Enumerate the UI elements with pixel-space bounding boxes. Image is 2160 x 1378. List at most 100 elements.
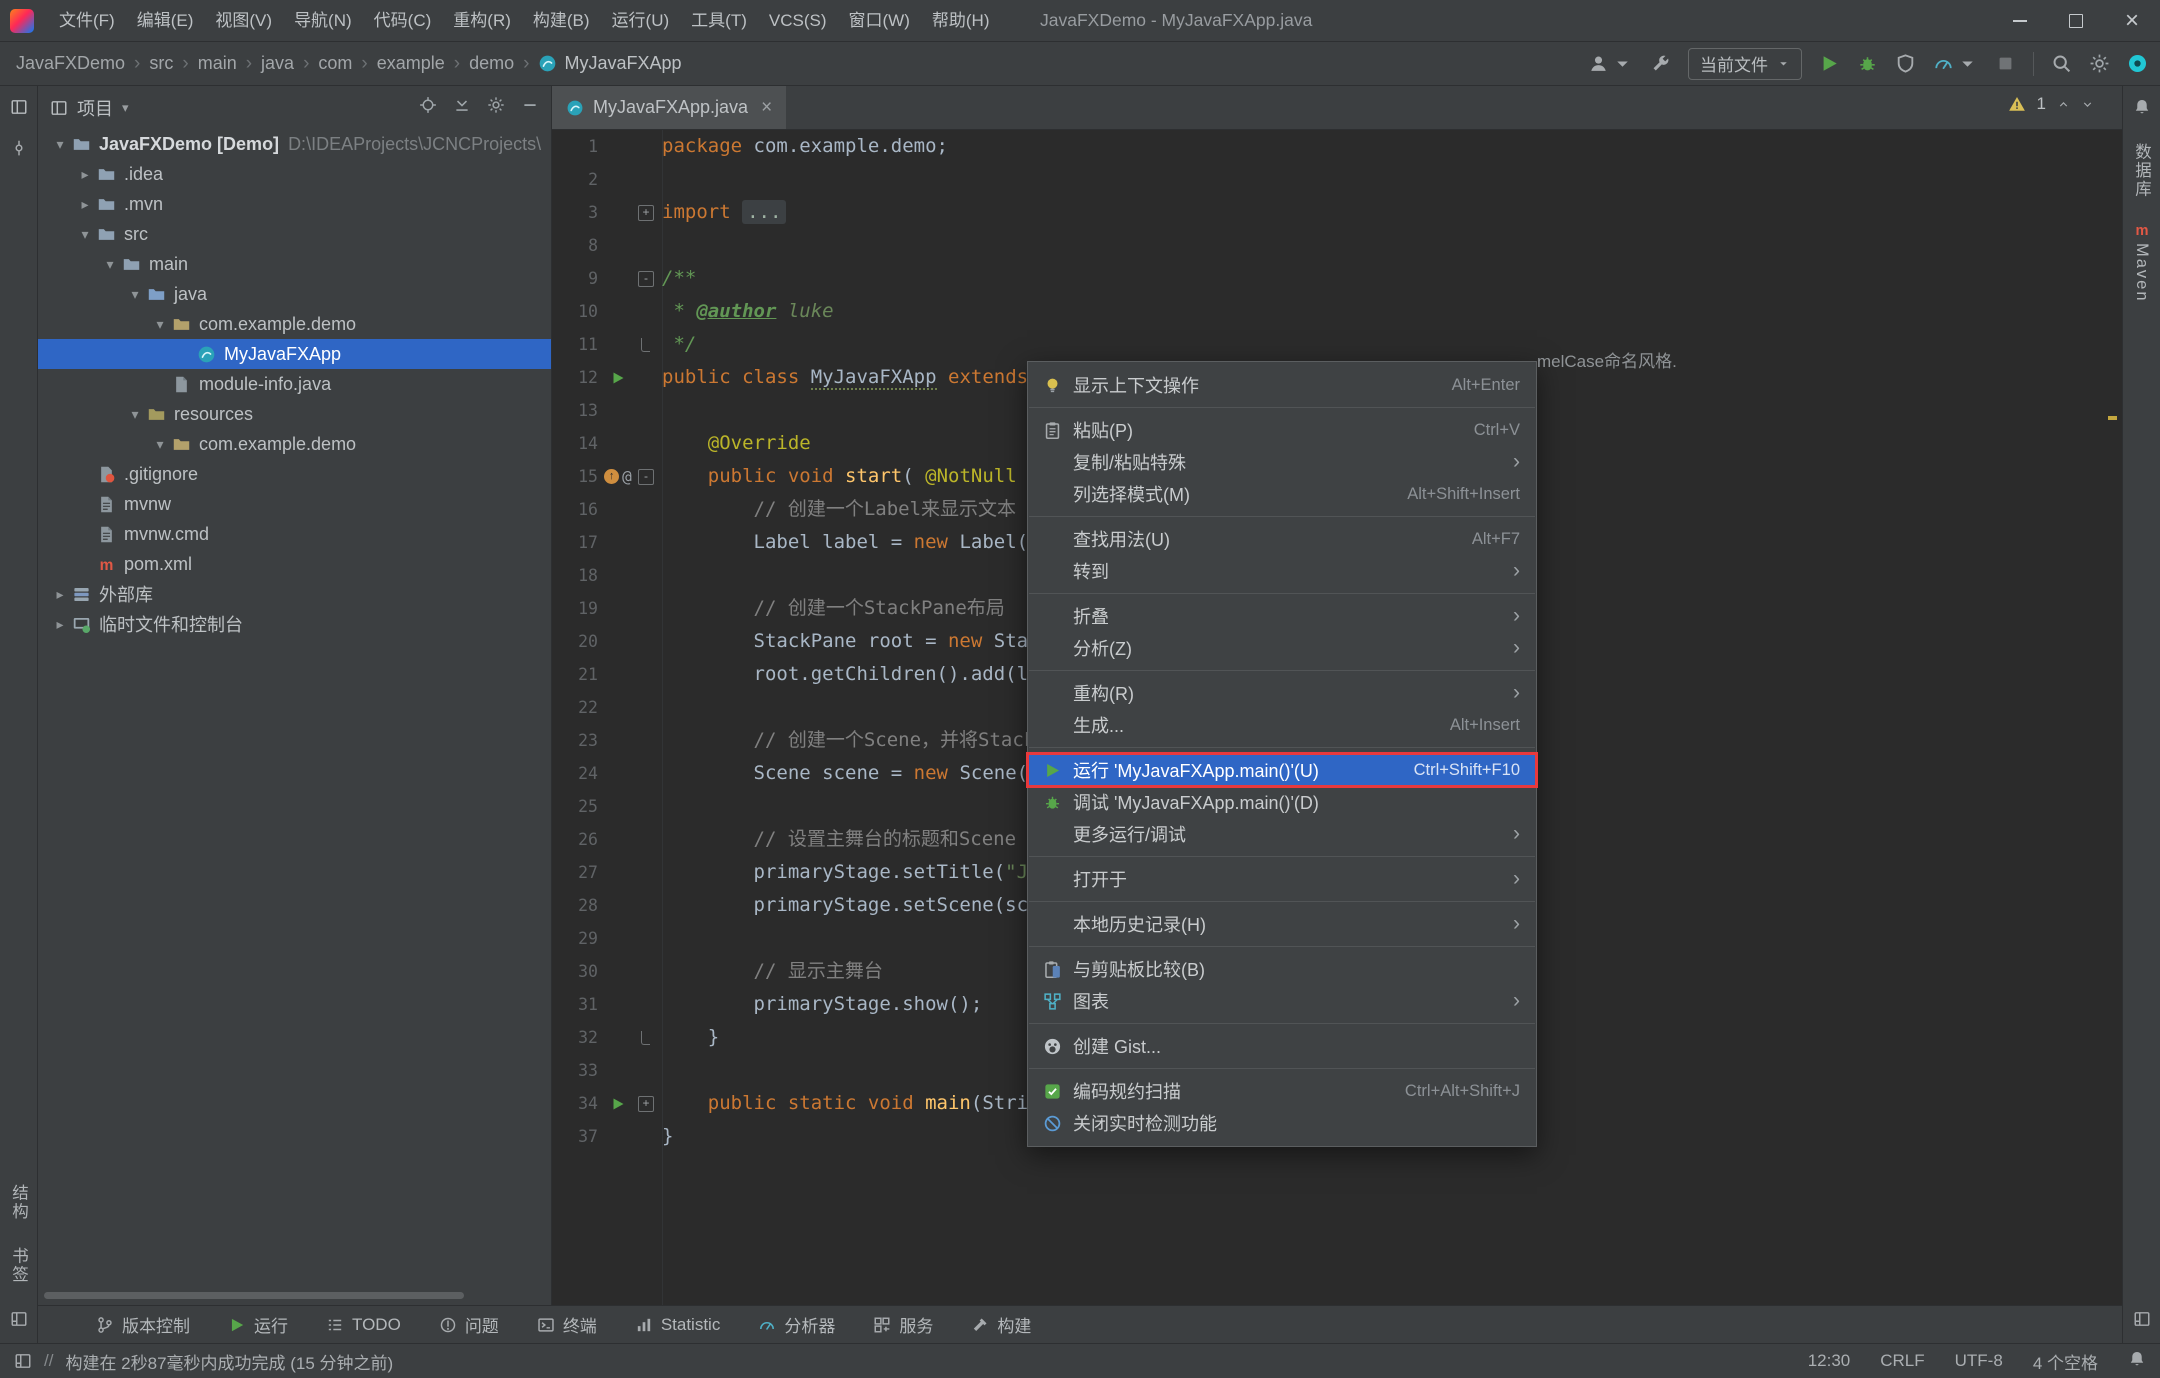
context-menu-item[interactable]: 打开于› bbox=[1028, 863, 1536, 895]
inspections-widget[interactable]: 1 bbox=[2008, 94, 2094, 114]
context-menu-item[interactable]: 列选择模式(M)Alt+Shift+Insert bbox=[1028, 478, 1536, 510]
toolwindow-button-终端[interactable]: 终端 bbox=[537, 1312, 597, 1337]
tree-item[interactable]: ▸.mvn bbox=[38, 189, 551, 219]
stop-button[interactable] bbox=[1995, 53, 2016, 74]
tool-stripe-button-database[interactable]: 数据库 bbox=[2130, 143, 2154, 199]
context-menu-item[interactable]: 复制/粘贴特殊› bbox=[1028, 446, 1536, 478]
commit-stripe-button[interactable] bbox=[10, 139, 28, 162]
tree-item[interactable]: ▾com.example.demo bbox=[38, 309, 551, 339]
toolwindow-button-分析器[interactable]: 分析器 bbox=[758, 1312, 835, 1337]
context-menu-item[interactable]: 与剪贴板比较(B) bbox=[1028, 953, 1536, 985]
context-menu-item[interactable]: 更多运行/调试› bbox=[1028, 818, 1536, 850]
context-menu-item[interactable]: 创建 Gist... bbox=[1028, 1030, 1536, 1062]
toolwindow-button-statistic[interactable]: Statistic bbox=[635, 1315, 721, 1335]
chevron-right-icon[interactable]: ▸ bbox=[48, 586, 72, 603]
line-ending-widget[interactable]: CRLF bbox=[1880, 1351, 1924, 1371]
tree-item[interactable]: ▾com.example.demo bbox=[38, 429, 551, 459]
menubar-item[interactable]: 工具(T) bbox=[680, 0, 758, 41]
context-menu-item[interactable]: 折叠› bbox=[1028, 600, 1536, 632]
toolwindow-button-问题[interactable]: 问题 bbox=[439, 1312, 499, 1337]
fold-expand-icon[interactable]: + bbox=[638, 205, 654, 221]
toolwindow-button-服务[interactable]: 服务 bbox=[873, 1312, 933, 1337]
tree-item[interactable]: ▾main bbox=[38, 249, 551, 279]
chevron-down-icon[interactable]: ▾ bbox=[123, 406, 147, 423]
notifications-button[interactable] bbox=[2133, 98, 2151, 121]
fold-collapse-icon[interactable]: - bbox=[638, 469, 654, 485]
minus-button[interactable] bbox=[521, 96, 539, 119]
tree-item[interactable]: ▸外部库 bbox=[38, 579, 551, 609]
tree-item[interactable]: mvnw.cmd bbox=[38, 519, 551, 549]
menubar-item[interactable]: 运行(U) bbox=[601, 0, 681, 41]
notifications-status-button[interactable] bbox=[2128, 1350, 2146, 1373]
menubar-item[interactable]: 窗口(W) bbox=[838, 0, 921, 41]
locate-button[interactable] bbox=[419, 96, 437, 119]
horizontal-scrollbar[interactable] bbox=[44, 1292, 464, 1299]
menubar-item[interactable]: VCS(S) bbox=[758, 0, 838, 41]
collab-button[interactable] bbox=[2127, 53, 2148, 74]
debug-button[interactable] bbox=[1857, 53, 1878, 74]
context-menu-item[interactable]: 图表› bbox=[1028, 985, 1536, 1017]
breadcrumb-item[interactable]: demo bbox=[469, 53, 514, 74]
tree-item[interactable]: mvnw bbox=[38, 489, 551, 519]
account-button[interactable] bbox=[1588, 53, 1633, 74]
tree-item[interactable]: ▸临时文件和控制台 bbox=[38, 609, 551, 639]
editor-tab[interactable]: MyJavaFXApp.java × bbox=[552, 86, 786, 129]
context-menu-item[interactable]: 转到› bbox=[1028, 555, 1536, 587]
tree-item[interactable]: ▾src bbox=[38, 219, 551, 249]
tree-item[interactable]: ▾JavaFXDemo [Demo]D:\IDEAProjects\JCNCPr… bbox=[38, 129, 551, 159]
breadcrumb-item[interactable]: MyJavaFXApp bbox=[538, 53, 681, 74]
context-menu-item[interactable]: 生成...Alt+Insert bbox=[1028, 709, 1536, 741]
menubar-item[interactable]: 帮助(H) bbox=[921, 0, 1001, 41]
context-menu-item[interactable]: 本地历史记录(H)› bbox=[1028, 908, 1536, 940]
chevron-right-icon[interactable]: ▸ bbox=[48, 616, 72, 633]
tree-item[interactable]: ▾java bbox=[38, 279, 551, 309]
context-menu-item[interactable]: 重构(R)› bbox=[1028, 677, 1536, 709]
maximize-button[interactable] bbox=[2048, 0, 2104, 41]
profiler-button[interactable] bbox=[1933, 53, 1978, 74]
context-menu-item[interactable]: 调试 'MyJavaFXApp.main()'(D) bbox=[1028, 786, 1536, 818]
collapse-all-button[interactable] bbox=[453, 96, 471, 119]
breadcrumb-item[interactable]: src bbox=[149, 53, 173, 74]
toolwindow-button-构建[interactable]: 构建 bbox=[971, 1312, 1031, 1337]
menubar-item[interactable]: 代码(C) bbox=[363, 0, 443, 41]
tool-stripe-button[interactable]: 书签 bbox=[7, 1247, 31, 1284]
menubar-item[interactable]: 重构(R) bbox=[442, 0, 522, 41]
breadcrumb-item[interactable]: java bbox=[261, 53, 294, 74]
chevron-down-icon[interactable]: ▾ bbox=[122, 100, 129, 116]
run-button[interactable] bbox=[1819, 53, 1840, 74]
tree-item[interactable]: MyJavaFXApp bbox=[38, 339, 551, 369]
tree-item[interactable]: ▸.idea bbox=[38, 159, 551, 189]
close-tab-icon[interactable]: × bbox=[761, 97, 772, 119]
menubar-item[interactable]: 视图(V) bbox=[204, 0, 283, 41]
minimize-button[interactable] bbox=[1992, 0, 2048, 41]
indent-widget[interactable]: 4 个空格 bbox=[2033, 1349, 2098, 1374]
layout-button[interactable] bbox=[10, 1310, 28, 1333]
chevron-right-icon[interactable]: ▸ bbox=[73, 196, 97, 213]
tool-stripe-button-maven[interactable]: mMaven bbox=[2132, 221, 2151, 303]
context-menu-item[interactable]: 分析(Z)› bbox=[1028, 632, 1536, 664]
run-gutter-icon[interactable] bbox=[610, 1096, 626, 1112]
run-configuration-select[interactable]: 当前文件 bbox=[1688, 48, 1802, 80]
tree-item[interactable]: .gitignore bbox=[38, 459, 551, 489]
breadcrumb-item[interactable]: com bbox=[318, 53, 352, 74]
breadcrumb-item[interactable]: JavaFXDemo bbox=[16, 53, 125, 74]
context-menu-item[interactable]: 查找用法(U)Alt+F7 bbox=[1028, 523, 1536, 555]
warning-stripe-mark[interactable] bbox=[2108, 416, 2117, 420]
context-menu-item[interactable]: 关闭实时检测功能 bbox=[1028, 1107, 1536, 1139]
chevron-down-icon[interactable]: ▾ bbox=[148, 436, 172, 453]
run-gutter-icon[interactable] bbox=[610, 370, 626, 386]
chevron-down-icon[interactable]: ▾ bbox=[98, 256, 122, 273]
coverage-button[interactable] bbox=[1895, 53, 1916, 74]
fold-expand-icon[interactable]: + bbox=[638, 1096, 654, 1112]
project-stripe-button[interactable] bbox=[10, 98, 28, 121]
menubar-item[interactable]: 导航(N) bbox=[283, 0, 363, 41]
search-button[interactable] bbox=[2051, 53, 2072, 74]
encoding-widget[interactable]: UTF-8 bbox=[1955, 1351, 2003, 1371]
chevron-down-icon[interactable]: ▾ bbox=[148, 316, 172, 333]
menubar-item[interactable]: 编辑(E) bbox=[126, 0, 205, 41]
tool-stripe-button[interactable]: 结构 bbox=[7, 1184, 31, 1221]
chevron-down-icon[interactable]: ▾ bbox=[48, 136, 72, 153]
menubar-item[interactable]: 构建(B) bbox=[522, 0, 601, 41]
context-menu-item[interactable]: 粘贴(P)Ctrl+V bbox=[1028, 414, 1536, 446]
tree-item[interactable]: module-info.java bbox=[38, 369, 551, 399]
